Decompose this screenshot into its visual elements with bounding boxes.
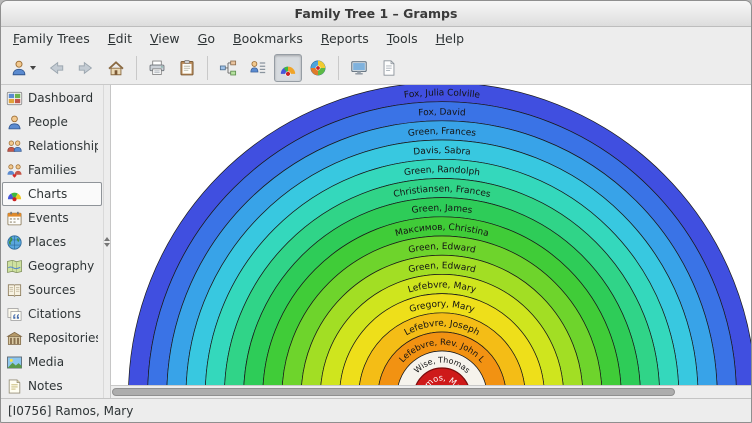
- events-icon: [6, 210, 23, 227]
- document-icon: [380, 59, 398, 77]
- sidebar-item-citations[interactable]: Citations: [2, 302, 102, 326]
- window-title: Family Tree 1 – Gramps: [295, 6, 458, 21]
- main-area: Dashboard People Relationships Families Char…: [1, 85, 751, 398]
- sidebar-item-label: Families: [28, 163, 76, 177]
- menu-bookmarks[interactable]: Bookmarks: [224, 27, 312, 50]
- menubar: Family TreesEditViewGoBookmarksReportsTo…: [1, 27, 751, 51]
- printer-icon: [148, 59, 166, 77]
- home-icon: [107, 59, 125, 77]
- fan-chart-view: Fox, Julia ColvilleFox, DavidGreen, Fran…: [111, 85, 751, 398]
- sidebar-item-notes[interactable]: Notes: [2, 374, 102, 398]
- sidebar-item-events[interactable]: Events: [2, 206, 102, 230]
- sidebar-item-relationships[interactable]: Relationships: [2, 134, 102, 158]
- sidebar-item-label: Geography: [28, 259, 94, 273]
- pane-arrow-up-icon: [104, 237, 110, 241]
- descendant-fan-view-button[interactable]: [304, 54, 332, 82]
- sidebar-item-label: Sources: [28, 283, 75, 297]
- status-text: [I0756] Ramos, Mary: [8, 404, 133, 418]
- sidebar-item-families[interactable]: Families: [2, 158, 102, 182]
- menu-reports[interactable]: Reports: [312, 27, 378, 50]
- person-icon: [6, 114, 23, 131]
- repositories-icon: [6, 330, 23, 347]
- toolbar: [1, 51, 751, 85]
- places-icon: [6, 234, 23, 251]
- gramps-window: Family Tree 1 – Gramps Family TreesEditV…: [0, 0, 752, 423]
- print-button[interactable]: [143, 54, 171, 82]
- sidebar-item-label: Events: [28, 211, 69, 225]
- pane-handle[interactable]: [103, 85, 111, 398]
- export-icon: [350, 59, 368, 77]
- sidebar-item-label: Repositories: [28, 331, 98, 345]
- category-sidebar: Dashboard People Relationships Families Char…: [1, 85, 103, 398]
- charts-icon: [6, 186, 23, 203]
- menu-edit[interactable]: Edit: [99, 27, 141, 50]
- person-chart-icon: [249, 59, 267, 77]
- pedigree-view-button[interactable]: [214, 54, 242, 82]
- toolbar-separator: [136, 56, 137, 80]
- sidebar-item-geography[interactable]: Geography: [2, 254, 102, 278]
- relationship-view-button[interactable]: [244, 54, 272, 82]
- fullfan-icon: [309, 59, 327, 77]
- relationships-icon: [6, 138, 23, 155]
- clipboard-button[interactable]: [173, 54, 201, 82]
- menu-tools[interactable]: Tools: [378, 27, 427, 50]
- dropdown-caret-icon: [30, 66, 36, 70]
- notes-icon: [6, 378, 23, 395]
- fan-ring-label[interactable]: Davis, Sabra: [413, 146, 471, 158]
- back-icon: [47, 59, 65, 77]
- toolbar-separator: [207, 56, 208, 80]
- export-view-button[interactable]: [345, 54, 373, 82]
- geography-icon: [6, 258, 23, 275]
- sidebar-item-charts[interactable]: Charts: [2, 182, 102, 206]
- citations-icon: [6, 306, 23, 323]
- sources-icon: [6, 282, 23, 299]
- titlebar[interactable]: Family Tree 1 – Gramps: [1, 1, 751, 27]
- sidebar-item-label: Places: [28, 235, 66, 249]
- clipboard-icon: [178, 59, 196, 77]
- dashboard-icon: [6, 90, 23, 107]
- toolbar-separator: [338, 56, 339, 80]
- sidebar-item-label: Citations: [28, 307, 81, 321]
- scrollbar-thumb[interactable]: [112, 388, 675, 396]
- pane-arrow-down-icon: [104, 243, 110, 247]
- menu-family-trees[interactable]: Family Trees: [4, 27, 99, 50]
- sidebar-item-label: Notes: [28, 379, 63, 393]
- sidebar-item-places[interactable]: Places: [2, 230, 102, 254]
- sidebar-item-label: People: [28, 115, 68, 129]
- fan-chart[interactable]: Fox, Julia ColvilleFox, DavidGreen, Fran…: [111, 85, 751, 385]
- fanchart-icon: [279, 59, 297, 77]
- fan-ring-label[interactable]: Fox, David: [418, 108, 466, 119]
- sidebar-item-media[interactable]: Media: [2, 350, 102, 374]
- horizontal-scrollbar[interactable]: [111, 385, 751, 398]
- view-config-button[interactable]: [375, 54, 403, 82]
- back-button[interactable]: [42, 54, 70, 82]
- home-button[interactable]: [102, 54, 130, 82]
- statusbar: [I0756] Ramos, Mary: [1, 398, 751, 422]
- families-icon: [6, 162, 23, 179]
- sidebar-item-label: Relationships: [28, 139, 98, 153]
- media-icon: [6, 354, 23, 371]
- sidebar-item-dashboard[interactable]: Dashboard: [2, 86, 102, 110]
- sidebar-item-label: Media: [28, 355, 64, 369]
- menu-view[interactable]: View: [141, 27, 189, 50]
- pedigree-icon: [219, 59, 237, 77]
- sidebar-item-label: Dashboard: [28, 91, 93, 105]
- fan-chart-view-button[interactable]: [274, 54, 302, 82]
- active-person-button[interactable]: [6, 54, 40, 82]
- person-icon: [10, 59, 28, 77]
- forward-button[interactable]: [72, 54, 100, 82]
- menu-go[interactable]: Go: [189, 27, 224, 50]
- sidebar-item-people[interactable]: People: [2, 110, 102, 134]
- sidebar-item-label: Charts: [28, 187, 67, 201]
- sidebar-item-repositories[interactable]: Repositories: [2, 326, 102, 350]
- forward-icon: [77, 59, 95, 77]
- menu-help[interactable]: Help: [427, 27, 474, 50]
- sidebar-item-sources[interactable]: Sources: [2, 278, 102, 302]
